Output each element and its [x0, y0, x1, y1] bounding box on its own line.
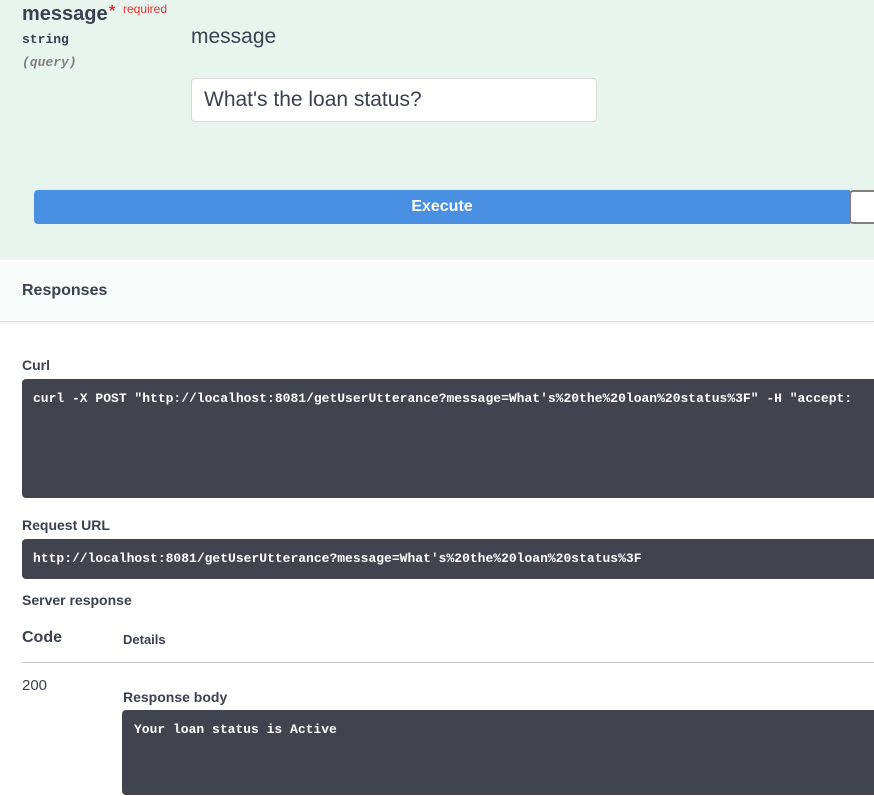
parameter-description: message: [191, 25, 277, 48]
request-url-block[interactable]: http://localhost:8081/getUserUtterance?m…: [22, 539, 874, 579]
response-body-block[interactable]: Your loan status is Active: [122, 710, 874, 795]
curl-label: Curl: [22, 357, 50, 373]
table-divider: [22, 662, 874, 663]
responses-title: Responses: [22, 282, 108, 299]
server-response-label: Server response: [22, 592, 132, 608]
response-status-code: 200: [22, 677, 48, 694]
responses-header: Responses: [0, 261, 874, 322]
code-column-header: Code: [22, 629, 62, 646]
parameter-name: message: [22, 3, 108, 25]
execute-button[interactable]: Execute: [34, 190, 850, 224]
clear-button[interactable]: [849, 190, 874, 224]
parameter-section: message * required string (query) messag…: [0, 0, 874, 260]
required-label: required: [123, 2, 168, 16]
parameter-location: (query): [22, 55, 77, 70]
parameter-type: string: [22, 32, 69, 47]
required-star: *: [109, 3, 116, 20]
message-input[interactable]: [191, 78, 597, 122]
response-body-label: Response body: [123, 689, 228, 705]
request-url-label: Request URL: [22, 517, 110, 533]
curl-command-block[interactable]: curl -X POST "http://localhost:8081/getU…: [22, 379, 874, 498]
details-column-header: Details: [123, 632, 166, 647]
